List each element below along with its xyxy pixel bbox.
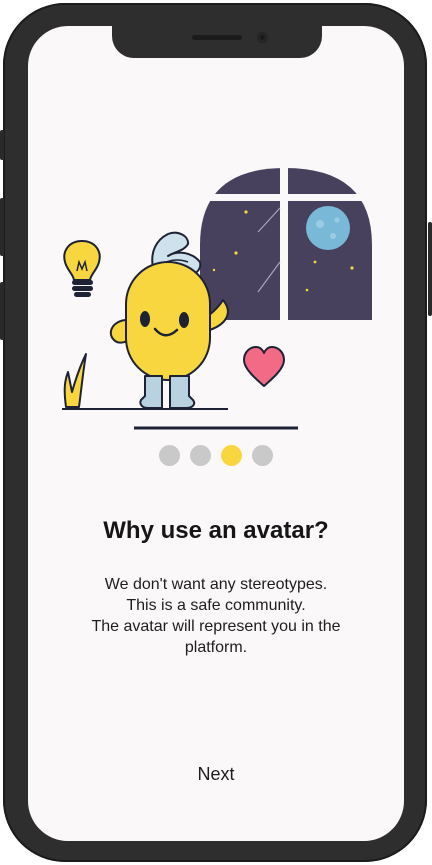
description-line: platform. <box>184 639 248 656</box>
pagination-dot-3-active[interactable] <box>221 445 242 466</box>
pagination-dot-2[interactable] <box>190 445 211 466</box>
grass-icon <box>63 353 87 408</box>
lightbulb-icon <box>63 239 101 297</box>
moon-icon <box>306 206 350 250</box>
pagination-dots <box>0 445 432 469</box>
pagination-dot-1[interactable] <box>159 445 180 466</box>
description-line: This is a safe community. <box>126 597 306 614</box>
night-window <box>198 166 374 322</box>
pagination-dot-4[interactable] <box>252 445 273 466</box>
page-title: Why use an avatar? <box>103 517 329 544</box>
description-line: The avatar will represent you in the <box>91 618 341 635</box>
description: We don't want any stereotypes. This is a… <box>28 574 404 658</box>
next-button[interactable]: Next <box>166 760 266 788</box>
onboarding-illustration <box>62 166 374 430</box>
heart-icon <box>243 346 285 387</box>
description-line: We don't want any stereotypes. <box>104 576 328 593</box>
